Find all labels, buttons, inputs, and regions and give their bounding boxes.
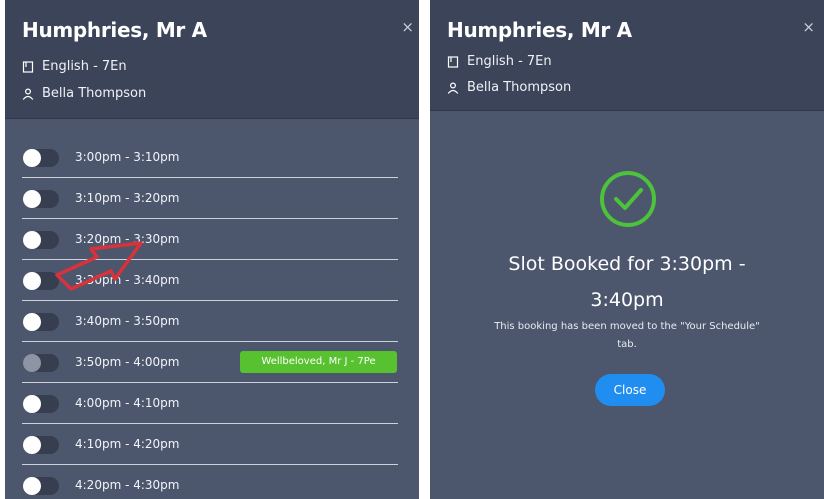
confirmation-panel: Humphries, Mr A × English - 7En Bella Th… [430, 0, 824, 499]
slot-row: 3:50pm - 4:00pm Wellbeloved, Mr J - 7Pe [5, 342, 419, 383]
slot-time: 4:10pm - 4:20pm [75, 437, 180, 451]
slot-time: 3:10pm - 3:20pm [75, 191, 180, 205]
slot-row: 3:30pm - 3:40pm [5, 260, 419, 301]
teacher-name: Humphries, Mr A [22, 18, 207, 42]
panel-header: Humphries, Mr A × English - 7En Bella Th… [5, 0, 419, 119]
panel-header: Humphries, Mr A × English - 7En Bella Th… [430, 0, 824, 111]
close-icon[interactable]: × [802, 20, 815, 35]
slot-toggle[interactable] [23, 436, 59, 454]
slot-toggle[interactable] [23, 231, 59, 249]
slot-row: 4:10pm - 4:20pm [5, 424, 419, 465]
booking-panel: Humphries, Mr A × English - 7En Bella Th… [5, 0, 419, 499]
student-label: Bella Thompson [42, 86, 147, 101]
slot-row: 4:00pm - 4:10pm [5, 383, 419, 424]
close-icon[interactable]: × [401, 20, 414, 35]
subject-row: English - 7En [22, 59, 127, 74]
toggle-knob [23, 231, 41, 249]
student-row: Bella Thompson [22, 86, 146, 101]
subject-row: English - 7En [447, 54, 552, 69]
slot-row: 3:00pm - 3:10pm [5, 137, 419, 178]
subject-label: English - 7En [467, 54, 552, 69]
slot-time: 4:20pm - 4:30pm [75, 478, 180, 492]
close-button[interactable]: Close [595, 374, 665, 406]
slot-time: 3:20pm - 3:30pm [75, 232, 180, 246]
check-circle-icon [600, 171, 656, 227]
slot-toggle[interactable] [23, 149, 59, 167]
confirmation-message-cont: tab. [617, 339, 637, 350]
book-icon [447, 55, 459, 68]
slot-toggle[interactable] [23, 395, 59, 413]
slot-row: 3:40pm - 3:50pm [5, 301, 419, 342]
toggle-knob [23, 313, 41, 331]
slot-time: 3:50pm - 4:00pm [75, 355, 180, 369]
person-icon [447, 81, 459, 94]
booked-by-badge: Wellbeloved, Mr J - 7Pe [240, 351, 397, 373]
slot-time: 4:00pm - 4:10pm [75, 396, 180, 410]
slot-toggle[interactable] [23, 477, 59, 495]
confirmation-message: This booking has been moved to the "Your… [494, 321, 760, 332]
confirmation-title: Slot Booked for 3:30pm - [508, 253, 746, 275]
toggle-knob [23, 436, 41, 454]
toggle-knob [23, 272, 41, 290]
slot-time: 3:40pm - 3:50pm [75, 314, 180, 328]
student-label: Bella Thompson [467, 80, 572, 95]
slot-toggle[interactable] [23, 272, 59, 290]
slot-toggle[interactable] [23, 190, 59, 208]
teacher-name: Humphries, Mr A [447, 18, 632, 42]
person-icon [22, 87, 34, 100]
confirmation-title-time: 3:40pm [590, 289, 664, 311]
slot-time: 3:00pm - 3:10pm [75, 150, 180, 164]
subject-label: English - 7En [42, 59, 127, 74]
toggle-knob [23, 354, 41, 372]
slot-row: 3:10pm - 3:20pm [5, 178, 419, 219]
slot-toggle[interactable] [23, 313, 59, 331]
slot-time: 3:30pm - 3:40pm [75, 273, 180, 287]
student-row: Bella Thompson [447, 80, 571, 95]
toggle-knob [23, 190, 41, 208]
toggle-knob [23, 149, 41, 167]
toggle-knob [23, 477, 41, 495]
slot-list: 3:00pm - 3:10pm 3:10pm - 3:20pm 3:20pm -… [5, 137, 419, 499]
slot-row: 3:20pm - 3:30pm [5, 219, 419, 260]
book-icon [22, 60, 34, 73]
slot-row: 4:20pm - 4:30pm [5, 465, 419, 499]
slot-toggle-disabled [23, 354, 59, 372]
toggle-knob [23, 395, 41, 413]
